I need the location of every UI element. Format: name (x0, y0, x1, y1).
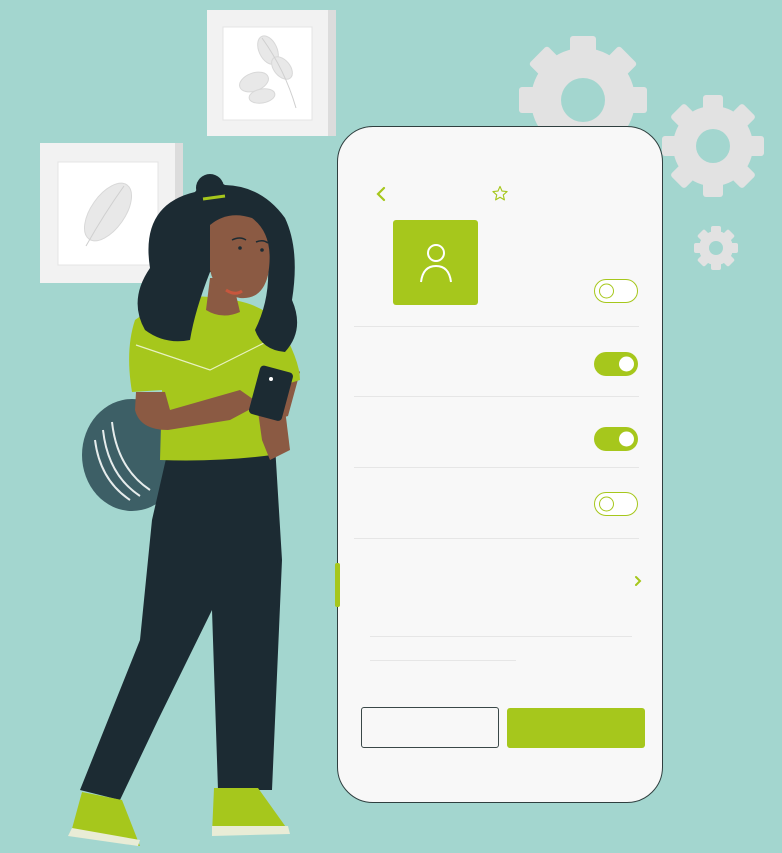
primary-button[interactable] (507, 708, 645, 748)
small-gear-icon (694, 226, 738, 270)
phone-side-button[interactable] (335, 563, 340, 607)
toggle-knob (599, 283, 614, 299)
toggle-switch-1[interactable] (594, 279, 638, 303)
toggle-switch-2[interactable] (594, 352, 638, 376)
picture-frame-top (207, 10, 336, 136)
toggle-switch-4[interactable] (594, 492, 638, 516)
toggle-knob (599, 496, 614, 512)
toggle-switch-3[interactable] (594, 427, 638, 451)
medium-gear-icon (662, 95, 764, 197)
row-divider (354, 467, 639, 468)
chevron-right-icon[interactable] (633, 574, 643, 588)
row-divider (370, 660, 516, 661)
toggle-knob (619, 431, 634, 447)
star-icon[interactable] (491, 185, 509, 202)
row-divider (354, 326, 639, 327)
row-divider (354, 396, 639, 397)
row-divider (370, 636, 632, 637)
profile-avatar[interactable] (393, 220, 478, 305)
row-divider (354, 538, 639, 539)
toggle-knob (619, 356, 634, 372)
user-icon (419, 243, 452, 282)
chevron-left-icon[interactable] (374, 186, 388, 202)
phone-screen (337, 126, 663, 803)
secondary-button[interactable] (361, 707, 499, 748)
